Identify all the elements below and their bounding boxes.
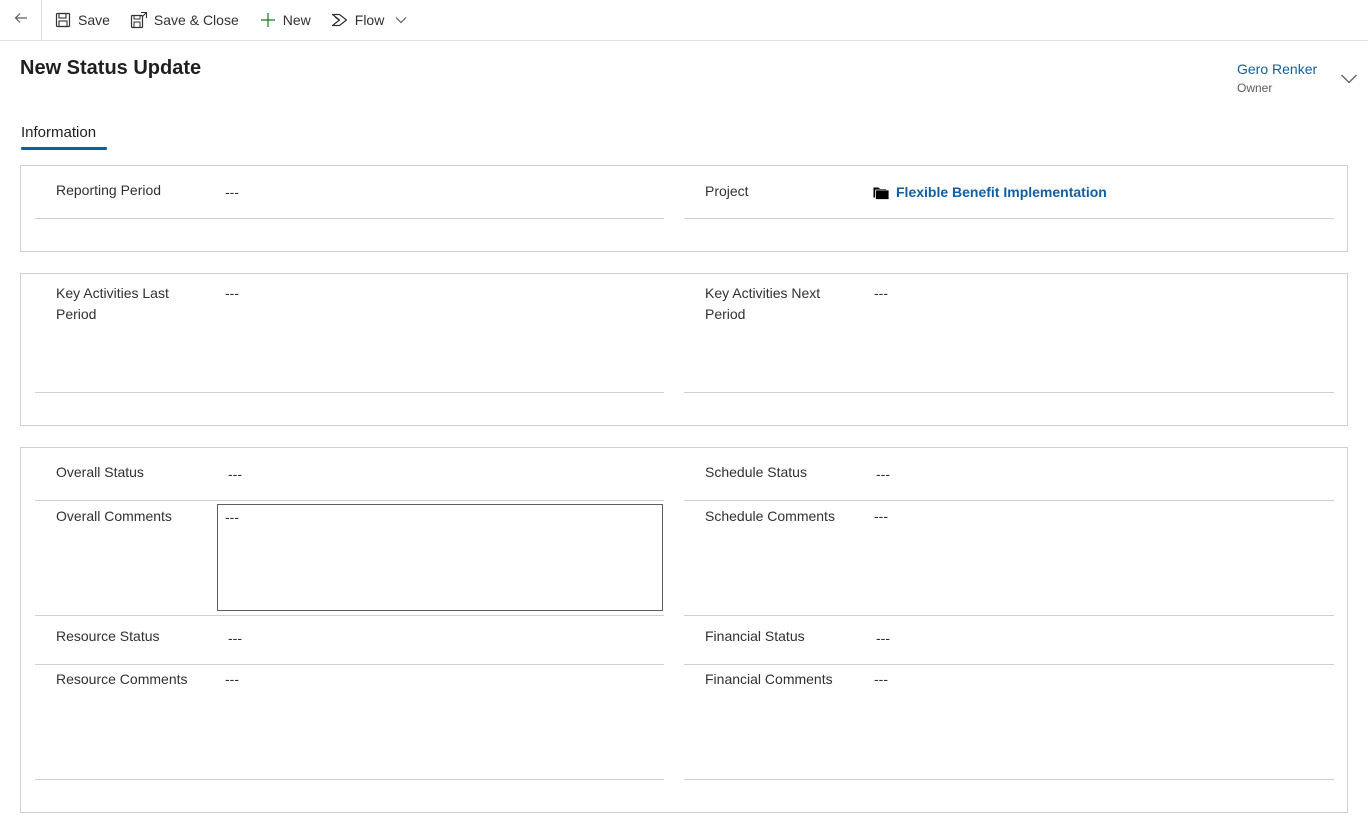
field-key-activities-last: Key Activities Last Period ---: [21, 274, 681, 427]
command-bar: Save Save & Close New Flow: [0, 0, 1368, 41]
save-close-icon: [130, 11, 148, 29]
field-divider: [684, 779, 1334, 780]
field-divider: [684, 500, 1334, 501]
page-title: New Status Update: [20, 57, 202, 79]
section-status: Overall Status --- Overall Comments --- …: [20, 447, 1348, 813]
field-key-activities-next: Key Activities Next Period ---: [681, 274, 1347, 427]
field-label: Resource Comments: [56, 671, 188, 687]
field-divider: [35, 500, 664, 501]
flow-more-button[interactable]: [390, 0, 412, 40]
field-label: Reporting Period: [56, 182, 162, 198]
field-label: Project: [705, 183, 749, 199]
project-lookup[interactable]: Flexible Benefit Implementation: [873, 182, 1107, 203]
field-divider: [684, 218, 1334, 219]
folder-icon: [873, 185, 890, 200]
section-key-activities: Key Activities Last Period --- Key Activ…: [20, 273, 1348, 426]
field-overall-comments: Overall Comments ---: [21, 502, 681, 616]
field-schedule-status: Schedule Status ---: [681, 448, 1347, 502]
flow-label: Flow: [354, 12, 385, 28]
field-label: Key Activities Last Period: [56, 285, 169, 322]
save-close-button[interactable]: Save & Close: [120, 0, 249, 40]
back-button[interactable]: [0, 0, 42, 40]
save-label: Save: [78, 12, 110, 28]
field-divider: [35, 392, 664, 393]
field-value[interactable]: ---: [228, 464, 242, 485]
owner-block: Gero Renker Owner: [1237, 61, 1357, 95]
field-value[interactable]: ---: [225, 669, 239, 690]
save-close-label: Save & Close: [153, 12, 239, 28]
project-link[interactable]: Flexible Benefit Implementation: [896, 182, 1107, 203]
field-value[interactable]: ---: [874, 283, 888, 304]
field-value[interactable]: ---: [225, 283, 239, 304]
tab-information[interactable]: Information: [21, 124, 96, 141]
field-value[interactable]: ---: [876, 628, 890, 649]
field-resource-status: Resource Status ---: [21, 616, 681, 665]
field-project: Project Flexible Benefit Implementation: [681, 166, 1347, 253]
field-overall-status: Overall Status ---: [21, 448, 681, 502]
field-label: Overall Status: [56, 464, 144, 480]
header-expand-button[interactable]: [1340, 72, 1358, 86]
field-label: Key Activities Next Period: [705, 285, 821, 322]
chevron-down-icon: [1340, 72, 1358, 89]
overall-comments-textarea[interactable]: ---: [217, 504, 663, 611]
field-value[interactable]: ---: [874, 669, 888, 690]
save-button[interactable]: Save: [44, 0, 120, 40]
field-label: Schedule Comments: [705, 508, 835, 524]
save-icon: [54, 11, 72, 29]
owner-label: Owner: [1237, 81, 1273, 95]
field-schedule-comments: Schedule Comments ---: [681, 502, 1347, 616]
tab-active-indicator: [21, 147, 107, 150]
field-divider: [35, 218, 664, 219]
field-label: Financial Status: [705, 628, 805, 644]
field-label: Financial Comments: [705, 671, 833, 687]
field-value[interactable]: ---: [876, 464, 890, 485]
chevron-down-icon: [395, 11, 407, 29]
field-financial-comments: Financial Comments ---: [681, 665, 1347, 780]
field-divider: [35, 779, 664, 780]
field-value[interactable]: ---: [225, 182, 239, 203]
back-arrow-icon: [13, 10, 29, 31]
flow-button[interactable]: Flow: [321, 0, 395, 40]
field-value[interactable]: ---: [228, 628, 242, 649]
owner-name-link[interactable]: Gero Renker: [1237, 61, 1357, 77]
field-financial-status: Financial Status ---: [681, 616, 1347, 665]
new-label: New: [282, 12, 311, 28]
field-divider: [684, 392, 1334, 393]
section-general: Reporting Period --- Project Flexible Be…: [20, 165, 1348, 252]
plus-icon: [259, 11, 277, 29]
field-label: Schedule Status: [705, 464, 807, 480]
field-value[interactable]: ---: [874, 506, 888, 527]
new-button[interactable]: New: [249, 0, 321, 40]
field-label: Resource Status: [56, 628, 160, 644]
field-resource-comments: Resource Comments ---: [21, 665, 681, 780]
field-label: Overall Comments: [56, 508, 172, 524]
field-reporting-period: Reporting Period ---: [21, 166, 681, 253]
flow-icon: [331, 11, 349, 29]
